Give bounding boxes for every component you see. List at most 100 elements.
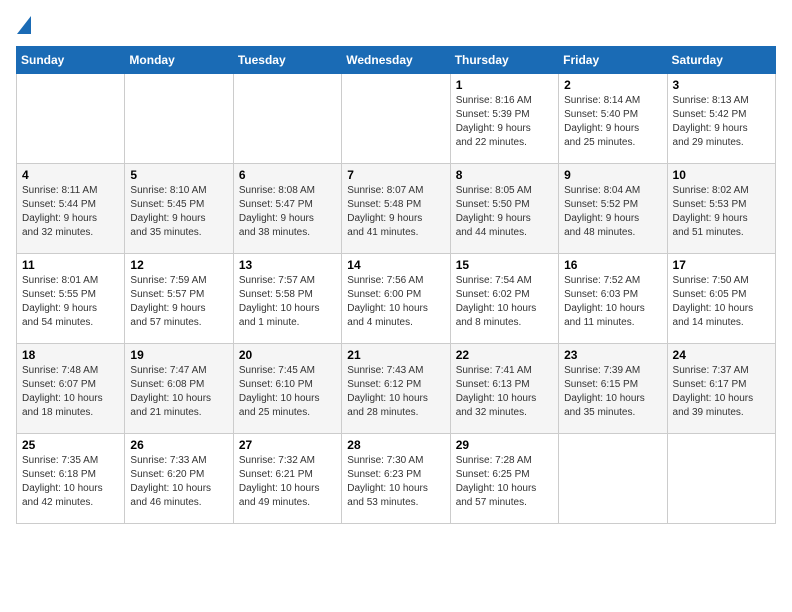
- calendar-header: SundayMondayTuesdayWednesdayThursdayFrid…: [17, 47, 776, 74]
- header-cell-thursday: Thursday: [450, 47, 558, 74]
- day-number: 25: [22, 438, 119, 452]
- calendar-cell: 4 Sunrise: 8:11 AM Sunset: 5:44 PM Daylig…: [17, 164, 125, 254]
- cell-content: Sunrise: 7:52 AM Sunset: 6:03 PM Dayligh…: [564, 274, 661, 330]
- day-number: 22: [456, 348, 553, 362]
- day-number: 14: [347, 258, 444, 272]
- cell-content: Sunrise: 8:16 AM Sunset: 5:39 PM Dayligh…: [456, 94, 553, 150]
- calendar-cell: 29 Sunrise: 7:28 AM Sunset: 6:25 PM Dayli…: [450, 434, 558, 524]
- calendar-cell: 28 Sunrise: 7:30 AM Sunset: 6:23 PM Dayli…: [342, 434, 450, 524]
- week-row-4: 18 Sunrise: 7:48 AM Sunset: 6:07 PM Dayli…: [17, 344, 776, 434]
- cell-content: Sunrise: 7:54 AM Sunset: 6:02 PM Dayligh…: [456, 274, 553, 330]
- calendar-cell: 11 Sunrise: 8:01 AM Sunset: 5:55 PM Dayli…: [17, 254, 125, 344]
- calendar-cell: 21 Sunrise: 7:43 AM Sunset: 6:12 PM Dayli…: [342, 344, 450, 434]
- cell-content: Sunrise: 7:50 AM Sunset: 6:05 PM Dayligh…: [673, 274, 770, 330]
- cell-content: Sunrise: 7:39 AM Sunset: 6:15 PM Dayligh…: [564, 364, 661, 420]
- header-cell-saturday: Saturday: [667, 47, 775, 74]
- cell-content: Sunrise: 7:41 AM Sunset: 6:13 PM Dayligh…: [456, 364, 553, 420]
- day-number: 17: [673, 258, 770, 272]
- header-cell-tuesday: Tuesday: [233, 47, 341, 74]
- cell-content: Sunrise: 8:02 AM Sunset: 5:53 PM Dayligh…: [673, 184, 770, 240]
- header-cell-monday: Monday: [125, 47, 233, 74]
- calendar-cell: 26 Sunrise: 7:33 AM Sunset: 6:20 PM Dayli…: [125, 434, 233, 524]
- header-row: SundayMondayTuesdayWednesdayThursdayFrid…: [17, 47, 776, 74]
- cell-content: Sunrise: 7:45 AM Sunset: 6:10 PM Dayligh…: [239, 364, 336, 420]
- day-number: 8: [456, 168, 553, 182]
- calendar-cell: [667, 434, 775, 524]
- calendar-cell: [17, 74, 125, 164]
- calendar-cell: [559, 434, 667, 524]
- cell-content: Sunrise: 7:37 AM Sunset: 6:17 PM Dayligh…: [673, 364, 770, 420]
- cell-content: Sunrise: 7:48 AM Sunset: 6:07 PM Dayligh…: [22, 364, 119, 420]
- day-number: 3: [673, 78, 770, 92]
- calendar-cell: 19 Sunrise: 7:47 AM Sunset: 6:08 PM Dayli…: [125, 344, 233, 434]
- logo: [16, 16, 31, 38]
- calendar-cell: 25 Sunrise: 7:35 AM Sunset: 6:18 PM Dayli…: [17, 434, 125, 524]
- cell-content: Sunrise: 8:08 AM Sunset: 5:47 PM Dayligh…: [239, 184, 336, 240]
- day-number: 1: [456, 78, 553, 92]
- calendar-cell: 7 Sunrise: 8:07 AM Sunset: 5:48 PM Daylig…: [342, 164, 450, 254]
- calendar-cell: 13 Sunrise: 7:57 AM Sunset: 5:58 PM Dayli…: [233, 254, 341, 344]
- day-number: 7: [347, 168, 444, 182]
- calendar-cell: 12Sunrise: 7:59 AM Sunset: 5:57 PM Dayli…: [125, 254, 233, 344]
- calendar-cell: 27 Sunrise: 7:32 AM Sunset: 6:21 PM Dayli…: [233, 434, 341, 524]
- cell-content: Sunrise: 8:11 AM Sunset: 5:44 PM Dayligh…: [22, 184, 119, 240]
- cell-content: Sunrise: 8:13 AM Sunset: 5:42 PM Dayligh…: [673, 94, 770, 150]
- cell-content: Sunrise: 7:47 AM Sunset: 6:08 PM Dayligh…: [130, 364, 227, 420]
- calendar-cell: 14 Sunrise: 7:56 AM Sunset: 6:00 PM Dayli…: [342, 254, 450, 344]
- calendar-cell: 16 Sunrise: 7:52 AM Sunset: 6:03 PM Dayli…: [559, 254, 667, 344]
- cell-content: Sunrise: 8:07 AM Sunset: 5:48 PM Dayligh…: [347, 184, 444, 240]
- day-number: 20: [239, 348, 336, 362]
- day-number: 13: [239, 258, 336, 272]
- cell-content: Sunrise: 7:43 AM Sunset: 6:12 PM Dayligh…: [347, 364, 444, 420]
- day-number: 24: [673, 348, 770, 362]
- week-row-1: 1 Sunrise: 8:16 AM Sunset: 5:39 PM Daylig…: [17, 74, 776, 164]
- day-number: 10: [673, 168, 770, 182]
- cell-content: Sunrise: 7:35 AM Sunset: 6:18 PM Dayligh…: [22, 454, 119, 510]
- calendar-cell: [342, 74, 450, 164]
- calendar-cell: 6Sunrise: 8:08 AM Sunset: 5:47 PM Daylig…: [233, 164, 341, 254]
- day-number: 4: [22, 168, 119, 182]
- day-number: 29: [456, 438, 553, 452]
- calendar-cell: [125, 74, 233, 164]
- header-cell-wednesday: Wednesday: [342, 47, 450, 74]
- day-number: 12: [130, 258, 227, 272]
- cell-content: Sunrise: 8:10 AM Sunset: 5:45 PM Dayligh…: [130, 184, 227, 240]
- cell-content: Sunrise: 8:04 AM Sunset: 5:52 PM Dayligh…: [564, 184, 661, 240]
- calendar-table: SundayMondayTuesdayWednesdayThursdayFrid…: [16, 46, 776, 524]
- calendar-cell: 20 Sunrise: 7:45 AM Sunset: 6:10 PM Dayli…: [233, 344, 341, 434]
- day-number: 27: [239, 438, 336, 452]
- calendar-cell: 2 Sunrise: 8:14 AM Sunset: 5:40 PM Daylig…: [559, 74, 667, 164]
- day-number: 18: [22, 348, 119, 362]
- day-number: 5: [130, 168, 227, 182]
- cell-content: Sunrise: 7:56 AM Sunset: 6:00 PM Dayligh…: [347, 274, 444, 330]
- calendar-cell: 8 Sunrise: 8:05 AM Sunset: 5:50 PM Daylig…: [450, 164, 558, 254]
- calendar-cell: 10 Sunrise: 8:02 AM Sunset: 5:53 PM Dayli…: [667, 164, 775, 254]
- cell-content: Sunrise: 7:28 AM Sunset: 6:25 PM Dayligh…: [456, 454, 553, 510]
- calendar-cell: 23Sunrise: 7:39 AM Sunset: 6:15 PM Dayli…: [559, 344, 667, 434]
- day-number: 2: [564, 78, 661, 92]
- cell-content: Sunrise: 7:30 AM Sunset: 6:23 PM Dayligh…: [347, 454, 444, 510]
- day-number: 26: [130, 438, 227, 452]
- calendar-cell: 17 Sunrise: 7:50 AM Sunset: 6:05 PM Dayli…: [667, 254, 775, 344]
- page-header: [16, 16, 776, 38]
- cell-content: Sunrise: 8:01 AM Sunset: 5:55 PM Dayligh…: [22, 274, 119, 330]
- calendar-cell: 1 Sunrise: 8:16 AM Sunset: 5:39 PM Daylig…: [450, 74, 558, 164]
- calendar-cell: 18 Sunrise: 7:48 AM Sunset: 6:07 PM Dayli…: [17, 344, 125, 434]
- day-number: 21: [347, 348, 444, 362]
- cell-content: Sunrise: 8:05 AM Sunset: 5:50 PM Dayligh…: [456, 184, 553, 240]
- calendar-cell: [233, 74, 341, 164]
- header-cell-sunday: Sunday: [17, 47, 125, 74]
- cell-content: Sunrise: 7:57 AM Sunset: 5:58 PM Dayligh…: [239, 274, 336, 330]
- day-number: 9: [564, 168, 661, 182]
- calendar-cell: 24 Sunrise: 7:37 AM Sunset: 6:17 PM Dayli…: [667, 344, 775, 434]
- cell-content: Sunrise: 7:33 AM Sunset: 6:20 PM Dayligh…: [130, 454, 227, 510]
- day-number: 16: [564, 258, 661, 272]
- day-number: 11: [22, 258, 119, 272]
- cell-content: Sunrise: 8:14 AM Sunset: 5:40 PM Dayligh…: [564, 94, 661, 150]
- calendar-body: 1 Sunrise: 8:16 AM Sunset: 5:39 PM Daylig…: [17, 74, 776, 524]
- day-number: 28: [347, 438, 444, 452]
- day-number: 19: [130, 348, 227, 362]
- cell-content: Sunrise: 7:32 AM Sunset: 6:21 PM Dayligh…: [239, 454, 336, 510]
- calendar-cell: 3 Sunrise: 8:13 AM Sunset: 5:42 PM Daylig…: [667, 74, 775, 164]
- logo-icon: [17, 16, 31, 34]
